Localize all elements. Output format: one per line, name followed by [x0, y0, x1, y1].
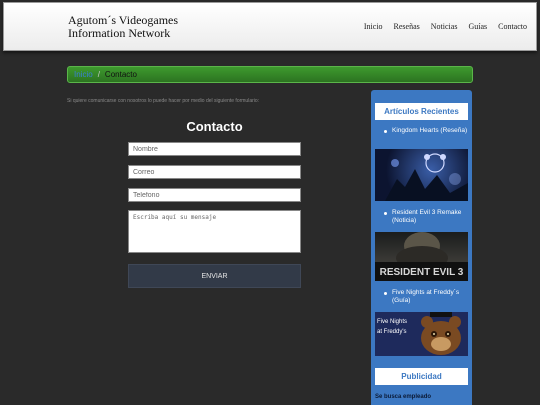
send-button[interactable]: ENVIAR [128, 264, 301, 288]
fnaf-thumb-text: Five Nights at Freddy's [377, 319, 408, 335]
recent-article-resident-evil-3[interactable]: Resident Evil 3 Remake (Noticia) [384, 209, 470, 225]
nav-contacto[interactable]: Contacto [498, 22, 527, 31]
nav-guias[interactable]: Guías [468, 22, 487, 31]
recent-articles-title: Artículos Recientes [375, 103, 468, 120]
nav-resenas[interactable]: Reseñas [394, 22, 420, 31]
contact-title: Contacto [186, 119, 243, 134]
breadcrumb: Inicio / Contacto [67, 66, 473, 83]
brand-line-2: Information Network [68, 26, 171, 40]
fnaf-thumbnail[interactable]: Five Nights at Freddy's [375, 312, 468, 356]
breadcrumb-current: Contacto [104, 70, 137, 79]
name-input[interactable] [128, 142, 301, 156]
phone-input[interactable] [128, 188, 301, 202]
resident-evil-3-thumbnail[interactable]: RESIDENT EVIL 3 [375, 232, 468, 281]
email-input[interactable] [128, 165, 301, 179]
site-header: Agutom´s Videogames Information Network … [3, 2, 537, 51]
freddy-art-icon: Five Nights at Freddy's [377, 312, 461, 355]
nav-inicio[interactable]: Inicio [364, 22, 383, 31]
site-brand[interactable]: Agutom´s Videogames Information Network [68, 14, 178, 40]
recent-article-kingdom-hearts[interactable]: Kingdom Hearts (Reseña) [384, 127, 470, 135]
message-textarea[interactable] [128, 210, 301, 253]
ad-title: Publicidad [375, 368, 468, 385]
nav-noticias[interactable]: Noticias [431, 22, 458, 31]
kingdom-hearts-art-icon [385, 153, 468, 201]
breadcrumb-home-link[interactable]: Inicio [74, 70, 93, 79]
recent-article-fnaf[interactable]: Five Nights at Freddy´s (Guía) [384, 289, 470, 305]
resident-evil-thumb-text: RESIDENT EVIL 3 [380, 267, 464, 278]
ad-text[interactable]: Se busca empleado [375, 394, 431, 400]
intro-text: Si quiere comunicarse con nosotros lo pu… [67, 98, 260, 104]
sidebar: Artículos Recientes Kingdom Hearts (Rese… [371, 90, 472, 405]
main-nav: Inicio Reseñas Noticias Guías Contacto [364, 22, 536, 31]
resident-evil-art-icon: RESIDENT EVIL 3 [375, 232, 468, 281]
kingdom-hearts-thumbnail[interactable] [375, 149, 468, 201]
breadcrumb-separator: / [97, 70, 100, 79]
